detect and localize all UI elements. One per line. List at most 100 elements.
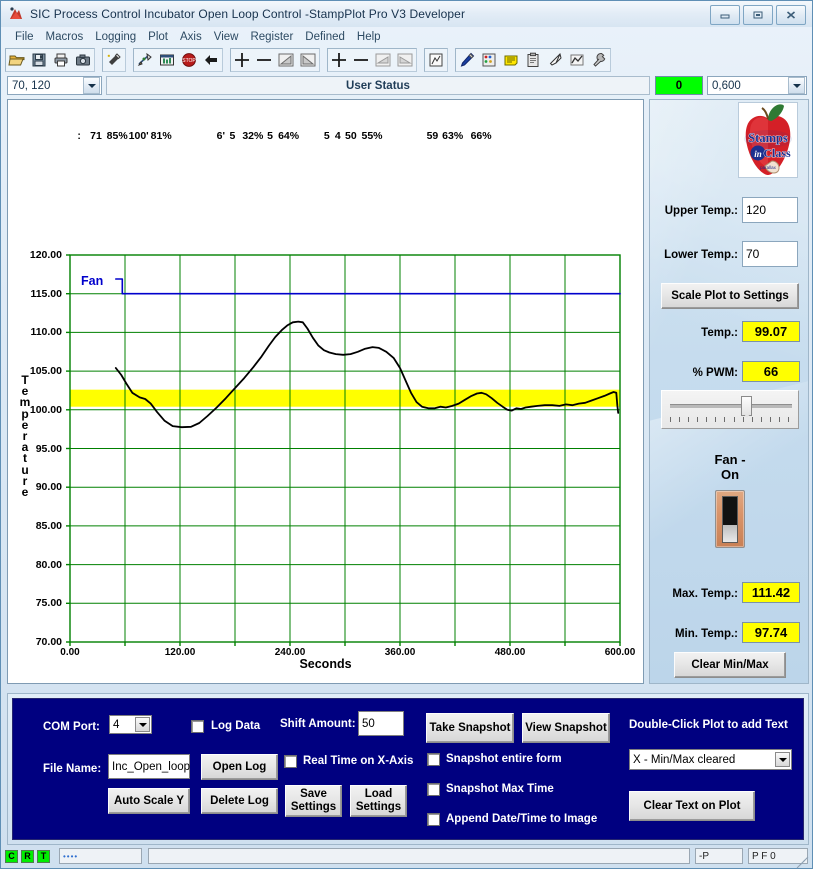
com-port-label: COM Port:: [43, 721, 100, 733]
snapshot-max-time-checkbox[interactable]: [427, 783, 440, 796]
status-field-p: -P: [695, 848, 743, 864]
snapshot-max-time-label: Snapshot Max Time: [446, 783, 554, 795]
com-port-combo[interactable]: 4: [109, 715, 152, 734]
x-zoom-out-icon[interactable]: [350, 49, 372, 71]
plot-canvas[interactable]: [8, 100, 645, 685]
svg-text:in: in: [754, 149, 762, 159]
save-settings-line1: Save: [300, 788, 327, 800]
datagrid-icon[interactable]: [156, 49, 178, 71]
wrench-icon[interactable]: [588, 49, 610, 71]
connect-icon[interactable]: [134, 49, 156, 71]
y-range-combo[interactable]: 70, 120: [7, 76, 102, 95]
plot-window-icon[interactable]: [425, 49, 447, 71]
fan-status-line1: Fan -: [714, 452, 746, 467]
load-settings-line2: Settings: [355, 801, 402, 813]
plot-panel[interactable]: Temperature Seconds 120.00 115.00 110.00 10…: [7, 99, 644, 684]
menu-item-defined[interactable]: Defined: [299, 30, 351, 44]
log-data-checkbox[interactable]: [191, 720, 204, 733]
menu-item-file[interactable]: File: [9, 30, 40, 44]
wand-icon[interactable]: [103, 49, 125, 71]
clear-text-on-plot-button[interactable]: Clear Text on Plot: [629, 791, 755, 821]
clipboard-icon[interactable]: [522, 49, 544, 71]
toolbar-file-group: [5, 48, 95, 72]
window-title: SIC Process Control Incubator Open Loop …: [30, 7, 466, 21]
shift-amount-field[interactable]: 50: [358, 711, 404, 736]
notes-icon[interactable]: [500, 49, 522, 71]
y-range-value: 70, 120: [12, 79, 51, 92]
menu-item-macros[interactable]: Macros: [40, 30, 90, 44]
maximize-icon[interactable]: [743, 5, 773, 25]
append-datetime-checkbox[interactable]: [427, 813, 440, 826]
menu-item-register[interactable]: Register: [244, 30, 299, 44]
scale-plot-to-settings-button[interactable]: Scale Plot to Settings: [661, 283, 799, 309]
application-window: SIC Process Control Incubator Open Loop …: [0, 0, 813, 869]
close-icon[interactable]: [776, 5, 806, 25]
switch-lever: [723, 497, 737, 526]
slider-track: [670, 404, 792, 408]
menu-bar: File Macros Logging Plot Axis View Regis…: [1, 27, 812, 46]
menu-item-view[interactable]: View: [208, 30, 245, 44]
fan-toggle-switch[interactable]: [715, 490, 745, 548]
shift-amount-label: Shift Amount:: [280, 718, 356, 730]
chevron-down-icon[interactable]: [788, 77, 805, 94]
x-range-combo[interactable]: 0,600: [707, 76, 807, 95]
real-time-label: Real Time on X-Axis: [303, 755, 414, 767]
chevron-down-icon[interactable]: [775, 752, 790, 767]
upper-temp-field[interactable]: 120: [742, 197, 798, 223]
pointer-icon[interactable]: [544, 49, 566, 71]
x-scroll-right-icon[interactable]: [394, 49, 416, 71]
minimize-icon[interactable]: [710, 5, 740, 25]
switch-slot: [722, 496, 738, 543]
y-scroll-down-icon[interactable]: [297, 49, 319, 71]
y-zoom-in-icon[interactable]: [231, 49, 253, 71]
save-disk-icon[interactable]: [28, 49, 50, 71]
fan-status-label: Fan - On: [650, 452, 808, 482]
temp-value: 99.07: [742, 321, 800, 342]
file-name-field[interactable]: Inc_Open_loop: [108, 754, 190, 779]
com-port-value: 4: [113, 718, 120, 731]
svg-text:STOP: STOP: [182, 58, 196, 64]
auto-scale-y-button[interactable]: Auto Scale Y: [108, 788, 190, 814]
toolbar-run-group: STOP: [133, 48, 223, 72]
save-settings-line2: Settings: [290, 801, 337, 813]
palette-icon[interactable]: [478, 49, 500, 71]
menu-item-axis[interactable]: Axis: [174, 30, 208, 44]
open-log-button[interactable]: Open Log: [201, 754, 278, 780]
plot-text-combo[interactable]: X - Min/Max cleared: [629, 749, 792, 770]
clear-minmax-button[interactable]: Clear Min/Max: [674, 652, 786, 678]
y-zoom-out-icon[interactable]: [253, 49, 275, 71]
pen-icon[interactable]: [456, 49, 478, 71]
view-snapshot-button[interactable]: View Snapshot: [522, 713, 610, 743]
slider-thumb[interactable]: [741, 396, 752, 418]
user-status-field: User Status: [106, 76, 650, 95]
take-snapshot-button[interactable]: Take Snapshot: [426, 713, 514, 743]
chevron-down-icon[interactable]: [135, 717, 150, 732]
pwm-slider[interactable]: [661, 390, 799, 429]
snapshot-entire-form-checkbox[interactable]: [427, 753, 440, 766]
open-folder-icon[interactable]: [6, 49, 28, 71]
chevron-down-icon[interactable]: [83, 77, 100, 94]
x-zoom-in-icon[interactable]: [328, 49, 350, 71]
menu-item-plot[interactable]: Plot: [142, 30, 174, 44]
user-status-text: User Status: [346, 79, 410, 92]
print-icon[interactable]: [50, 49, 72, 71]
back-arrow-icon[interactable]: [200, 49, 222, 71]
status-indicator: 0: [655, 76, 703, 95]
svg-text:Class: Class: [763, 146, 791, 160]
resize-gripper[interactable]: [795, 852, 809, 869]
lower-temp-field[interactable]: 70: [742, 241, 798, 267]
x-scroll-left-icon[interactable]: [372, 49, 394, 71]
stop-icon[interactable]: STOP: [178, 49, 200, 71]
real-time-checkbox[interactable]: [284, 755, 297, 768]
stamps-in-class-apple-logo: Stamps in Class parallax: [738, 102, 798, 178]
menu-item-logging[interactable]: Logging: [89, 30, 142, 44]
delete-log-button[interactable]: Delete Log: [201, 788, 278, 814]
y-scroll-up-icon[interactable]: [275, 49, 297, 71]
save-settings-button[interactable]: Save Settings: [285, 785, 342, 817]
menu-item-help[interactable]: Help: [351, 30, 387, 44]
camera-icon[interactable]: [72, 49, 94, 71]
max-temp-value: 111.42: [742, 582, 800, 603]
title-bar: SIC Process Control Incubator Open Loop …: [1, 1, 812, 27]
trend-icon[interactable]: [566, 49, 588, 71]
load-settings-button[interactable]: Load Settings: [350, 785, 407, 817]
